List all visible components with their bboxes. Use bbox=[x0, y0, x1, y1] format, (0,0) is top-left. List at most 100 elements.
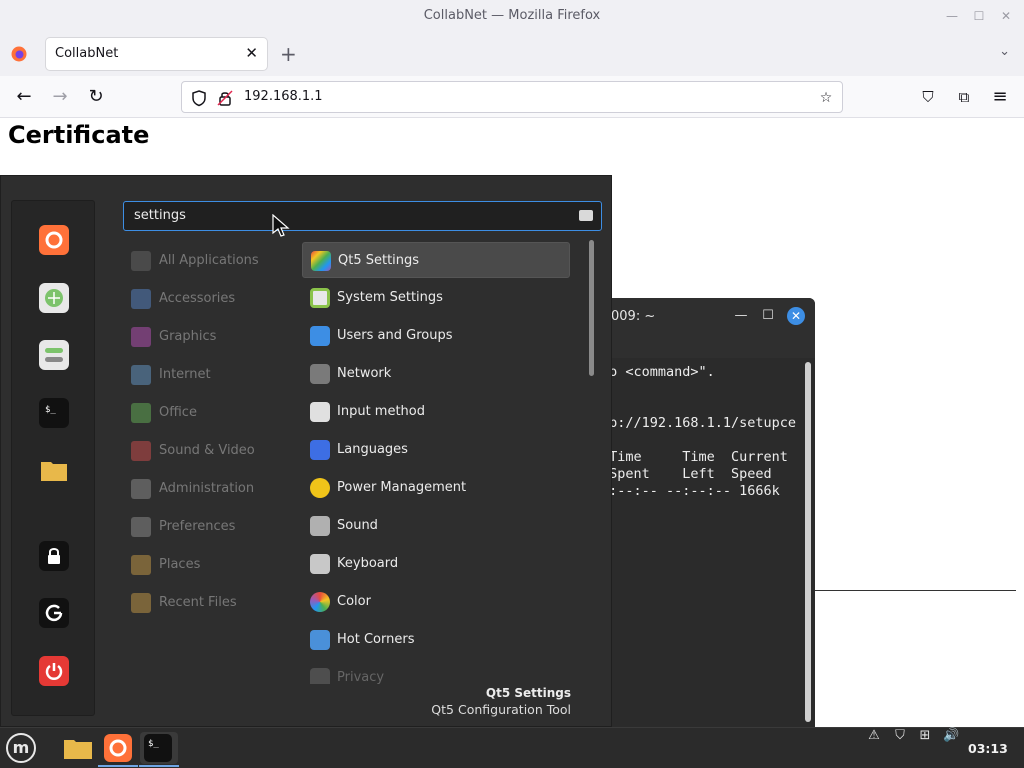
app-sound[interactable]: Sound bbox=[302, 508, 570, 544]
maximize-button[interactable]: ☐ bbox=[971, 8, 987, 24]
app-label: Color bbox=[337, 594, 371, 609]
languages-icon bbox=[310, 440, 330, 460]
favorite-firefox-icon[interactable] bbox=[39, 225, 69, 255]
window-title: CollabNet — Mozilla Firefox bbox=[423, 8, 601, 23]
new-tab-button[interactable]: + bbox=[280, 42, 297, 66]
network-icon[interactable]: ⊞ bbox=[917, 728, 933, 744]
privacy-icon bbox=[310, 668, 330, 684]
favorite-terminal-icon[interactable]: $_ bbox=[39, 398, 69, 428]
tab-bar: CollabNet ✕ + ⌄ bbox=[0, 34, 1024, 76]
app-power-management[interactable]: Power Management bbox=[302, 470, 570, 506]
taskbar-files-icon[interactable] bbox=[62, 732, 94, 764]
url-text: 192.168.1.1 bbox=[244, 89, 323, 104]
app-color[interactable]: Color bbox=[302, 584, 570, 620]
back-button[interactable]: ← bbox=[12, 85, 36, 109]
terminal-window[interactable]: 009: ~ — ☐ ✕ do <command>". tp://192.168… bbox=[595, 298, 815, 728]
clock[interactable]: 03:13 bbox=[968, 741, 1008, 756]
app-description-subtitle: Qt5 Configuration Tool bbox=[431, 702, 571, 717]
menu-scrollbar[interactable] bbox=[589, 240, 594, 376]
app-label: Input method bbox=[337, 404, 425, 419]
app-description-title: Qt5 Settings bbox=[485, 686, 571, 700]
app-users-and-groups[interactable]: Users and Groups bbox=[302, 318, 570, 354]
app-hot-corners[interactable]: Hot Corners bbox=[302, 622, 570, 658]
list-all-tabs-button[interactable]: ⌄ bbox=[999, 44, 1010, 59]
app-network[interactable]: Network bbox=[302, 356, 570, 392]
lock-screen-icon[interactable] bbox=[39, 541, 69, 571]
app-label: Languages bbox=[337, 442, 408, 457]
play-icon bbox=[131, 441, 151, 461]
shield-tray-icon[interactable]: ⛉ bbox=[892, 728, 908, 744]
category-label: Accessories bbox=[159, 291, 236, 306]
keyboard-icon bbox=[310, 554, 330, 574]
users-icon bbox=[310, 326, 330, 346]
app-menu-icon[interactable]: ≡ bbox=[988, 85, 1012, 109]
favorites-panel: $_ bbox=[11, 200, 95, 716]
terminal-maximize-button[interactable]: ☐ bbox=[759, 307, 777, 325]
preferences-icon bbox=[131, 517, 151, 537]
reload-button[interactable]: ↻ bbox=[84, 85, 108, 109]
svg-text:$_: $_ bbox=[45, 405, 56, 415]
app-qt5-settings[interactable]: Qt5 Settings bbox=[302, 242, 570, 278]
page-divider bbox=[814, 590, 1016, 591]
update-manager-icon[interactable]: ⚠ bbox=[866, 728, 882, 744]
taskbar-firefox-icon[interactable] bbox=[98, 732, 138, 767]
category-label: Office bbox=[159, 405, 197, 420]
terminal-minimize-button[interactable]: — bbox=[732, 307, 750, 325]
terminal-line: tp://192.168.1.1/setupce bbox=[601, 415, 797, 431]
category-label: Internet bbox=[159, 367, 211, 382]
close-tab-icon[interactable]: ✕ bbox=[245, 44, 258, 62]
favorite-software-manager-icon[interactable] bbox=[39, 283, 69, 313]
url-bar[interactable]: 192.168.1.1 ☆ bbox=[181, 81, 843, 113]
app-system-settings[interactable]: System Settings bbox=[302, 280, 570, 316]
window-titlebar: CollabNet — Mozilla Firefox — ☐ ✕ bbox=[0, 0, 1024, 34]
hot-corners-icon bbox=[310, 630, 330, 650]
menu-search-input[interactable]: settings bbox=[123, 201, 602, 231]
input-method-icon bbox=[310, 402, 330, 422]
logout-icon[interactable] bbox=[39, 598, 69, 628]
firefox-icon bbox=[11, 46, 27, 62]
favorite-files-icon[interactable] bbox=[39, 455, 69, 485]
terminal-output[interactable]: do <command>". tp://192.168.1.1/setupce … bbox=[595, 360, 815, 728]
volume-icon[interactable]: 🔊 bbox=[943, 728, 959, 744]
tab-label: CollabNet bbox=[55, 46, 119, 61]
terminal-scrollbar[interactable] bbox=[805, 362, 811, 722]
app-languages[interactable]: Languages bbox=[302, 432, 570, 468]
app-label: System Settings bbox=[337, 290, 443, 305]
app-label: Network bbox=[337, 366, 392, 381]
category-label: Graphics bbox=[159, 329, 217, 344]
clear-search-icon[interactable] bbox=[579, 210, 593, 221]
app-label: Users and Groups bbox=[337, 328, 453, 343]
forward-button[interactable]: → bbox=[48, 85, 72, 109]
bookmark-star-icon[interactable]: ☆ bbox=[817, 89, 835, 107]
mint-menu-button[interactable]: m bbox=[6, 733, 36, 763]
category-label: Sound & Video bbox=[159, 443, 255, 458]
app-label: Hot Corners bbox=[337, 632, 415, 647]
category-label: Administration bbox=[159, 481, 255, 496]
terminal-titlebar[interactable]: 009: ~ — ☐ ✕ bbox=[595, 298, 815, 358]
speaker-icon bbox=[310, 516, 330, 536]
app-keyboard[interactable]: Keyboard bbox=[302, 546, 570, 582]
minimize-button[interactable]: — bbox=[944, 8, 960, 24]
app-input-method[interactable]: Input method bbox=[302, 394, 570, 430]
pocket-icon[interactable]: ⛉ bbox=[916, 85, 940, 109]
category-label: Places bbox=[159, 557, 201, 572]
shutdown-icon[interactable] bbox=[39, 656, 69, 686]
extensions-icon[interactable]: ⧉ bbox=[952, 85, 976, 109]
terminal-close-button[interactable]: ✕ bbox=[787, 307, 805, 325]
tab-collabnet[interactable]: CollabNet ✕ bbox=[46, 38, 267, 70]
app-privacy[interactable]: Privacy bbox=[302, 660, 570, 684]
wifi-icon bbox=[310, 364, 330, 384]
terminal-line: Spent Left Speed bbox=[601, 466, 772, 482]
taskbar-terminal-icon[interactable]: $_ bbox=[139, 732, 179, 767]
office-icon bbox=[131, 403, 151, 423]
terminal-line: -:--:-- --:--:-- 1666k bbox=[601, 483, 780, 499]
insecure-lock-icon[interactable] bbox=[216, 89, 234, 107]
app-label: Keyboard bbox=[337, 556, 399, 571]
folder-icon bbox=[131, 555, 151, 575]
svg-text:$_: $_ bbox=[148, 739, 159, 749]
app-label: Sound bbox=[337, 518, 378, 533]
close-window-button[interactable]: ✕ bbox=[998, 8, 1014, 24]
recent-folder-icon bbox=[131, 593, 151, 613]
favorite-system-settings-icon[interactable] bbox=[39, 340, 69, 370]
shield-icon[interactable] bbox=[190, 89, 208, 107]
